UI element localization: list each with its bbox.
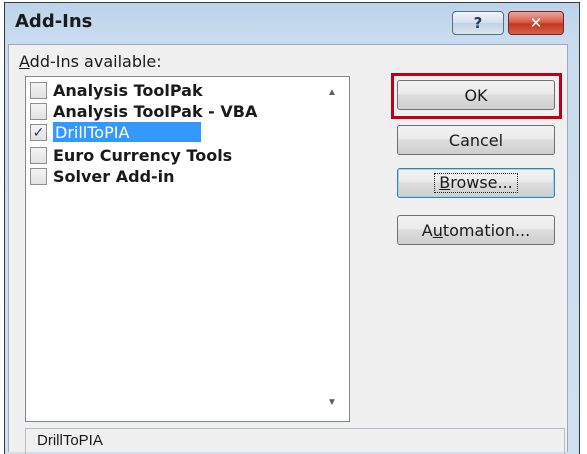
checkbox[interactable] — [30, 167, 47, 185]
cancel-button[interactable]: Cancel — [397, 125, 555, 155]
description-text: DrillToPIA — [37, 432, 103, 449]
list-item-selected[interactable]: ✓ DrillToPIA — [30, 122, 330, 142]
list-item-label: Euro Currency Tools — [53, 145, 233, 165]
list-item-label: Analysis ToolPak - VBA — [53, 101, 258, 121]
list-item[interactable]: Euro Currency Tools — [30, 145, 330, 165]
description-groupbox — [25, 428, 565, 454]
ok-button[interactable]: OK — [397, 80, 555, 110]
help-button[interactable]: ? — [452, 11, 504, 35]
automation-button[interactable]: Automation... — [397, 215, 555, 245]
help-icon: ? — [473, 14, 483, 32]
selection-highlight: DrillToPIA — [53, 122, 202, 142]
list-item-label: Solver Add-in — [53, 166, 175, 186]
dialog-title: Add-Ins — [15, 11, 93, 32]
add-ins-available-label: Add-Ins available: — [19, 52, 162, 71]
browse-button-label: Browse... — [434, 173, 518, 193]
list-item[interactable]: Analysis ToolPak - VBA — [30, 101, 330, 121]
checkbox[interactable] — [30, 102, 47, 120]
list-item[interactable]: Analysis ToolPak — [30, 80, 330, 100]
list-item[interactable]: Solver Add-in — [30, 166, 330, 186]
scroll-down-icon[interactable]: ▼ — [327, 397, 337, 408]
close-button[interactable]: ✕ — [508, 11, 564, 35]
automation-button-label: Automation... — [421, 220, 531, 240]
add-ins-listbox[interactable]: Analysis ToolPak Analysis ToolPak - VBA … — [25, 76, 350, 422]
browse-button[interactable]: Browse... — [397, 168, 555, 198]
checkbox-checked[interactable]: ✓ — [30, 123, 47, 141]
scroll-up-icon[interactable]: ▲ — [327, 87, 337, 98]
checkbox[interactable] — [30, 146, 47, 164]
title-bar[interactable]: Add-Ins ? ✕ — [5, 3, 579, 47]
checkbox[interactable] — [30, 81, 47, 99]
list-item-label: DrillToPIA — [55, 122, 130, 142]
close-icon: ✕ — [529, 14, 543, 32]
list-item-label: Analysis ToolPak — [53, 80, 203, 100]
check-icon: ✓ — [32, 123, 45, 140]
